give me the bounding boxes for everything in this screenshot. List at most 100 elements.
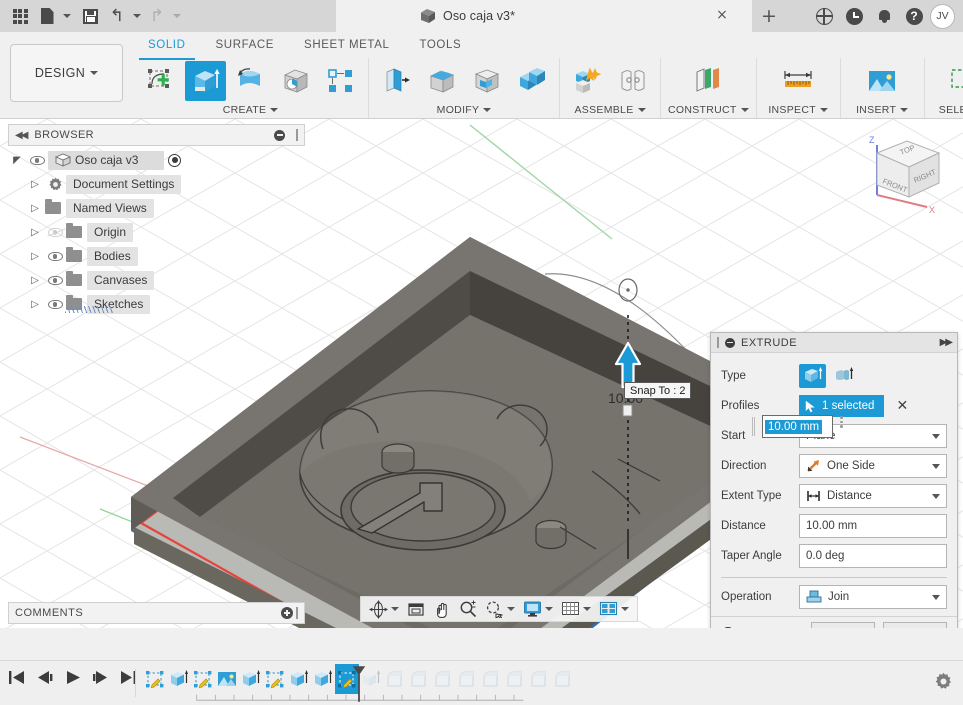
fillet-button[interactable] (421, 61, 462, 101)
timeline-feature-extrude[interactable] (239, 664, 263, 694)
new-component-button[interactable] (567, 61, 608, 101)
panel-create-label[interactable]: CREATE (223, 104, 279, 118)
tab-sheet-metal[interactable]: SHEET METAL (289, 39, 404, 58)
chevron-down-icon[interactable] (545, 607, 553, 611)
close-tab-button[interactable]: × (714, 8, 730, 24)
tree-item-named-views[interactable]: ▷ Named Views (8, 196, 305, 220)
app-menu-button[interactable] (6, 3, 34, 29)
revolve-button[interactable] (230, 61, 271, 101)
expand-arrow-icon[interactable]: ◤ (8, 155, 26, 166)
visibility-toggle[interactable] (26, 155, 48, 165)
combine-button[interactable] (511, 61, 552, 101)
undo-dropdown[interactable] (130, 3, 144, 29)
tree-item-bodies[interactable]: ▷ Bodies (8, 244, 305, 268)
grid-snaps-button[interactable] (558, 598, 594, 620)
clear-selection-icon[interactable]: ✕ (896, 398, 908, 414)
timeline-feature-pending[interactable] (431, 664, 455, 694)
viewport-3d[interactable]: 10.00 Snap To : 2 ◀◀ BROWSER ◤ (0, 119, 963, 628)
visibility-toggle[interactable] (44, 275, 66, 285)
redo-button[interactable]: ↱ (146, 3, 168, 29)
new-tab-button[interactable]: + (752, 0, 786, 32)
collapse-icon[interactable] (725, 337, 735, 348)
help-button[interactable]: ? (900, 2, 928, 30)
step-back-button[interactable] (36, 670, 53, 688)
panel-select-label[interactable]: SELECT (939, 104, 963, 118)
select-window-button[interactable] (946, 61, 963, 101)
tree-item-sketches[interactable]: ▷ Sketches (8, 292, 305, 316)
notifications-button[interactable] (870, 2, 898, 30)
timeline-feature-pending[interactable] (479, 664, 503, 694)
timeline-feature-pending[interactable] (407, 664, 431, 694)
data-panel-button[interactable] (810, 2, 838, 30)
extrude-button[interactable] (185, 61, 226, 101)
activate-component-radio[interactable] (168, 153, 182, 167)
panel-construct-label[interactable]: CONSTRUCT (668, 104, 749, 118)
comments-panel[interactable]: COMMENTS (8, 602, 305, 624)
timeline-feature-pending[interactable] (455, 664, 479, 694)
type-surface-button[interactable] (830, 364, 857, 388)
timeline-feature-pending[interactable] (527, 664, 551, 694)
timeline-feature-sketch[interactable] (191, 664, 215, 694)
expand-arrow-icon[interactable]: ▷ (26, 251, 44, 262)
panel-insert-label[interactable]: INSERT (856, 104, 909, 118)
drag-grip[interactable] (717, 337, 719, 348)
press-pull-button[interactable] (376, 61, 417, 101)
expand-arrow-icon[interactable]: ▷ (26, 179, 44, 190)
shell-button[interactable] (466, 61, 507, 101)
expand-arrow-icon[interactable]: ▷ (26, 275, 44, 286)
new-document-dropdown[interactable] (60, 3, 74, 29)
chevron-down-icon[interactable] (507, 607, 515, 611)
resize-grip[interactable] (296, 129, 298, 141)
timeline-feature-pending[interactable] (551, 664, 575, 694)
pan-button[interactable] (430, 598, 454, 620)
direction-dropdown[interactable]: One Side (799, 454, 947, 478)
view-cube[interactable]: Z X TOP FRONT RIGHT (857, 125, 955, 217)
tree-item-canvases[interactable]: ▷ Canvases (8, 268, 305, 292)
save-button[interactable] (76, 3, 104, 29)
job-status-button[interactable] (840, 2, 868, 30)
timeline-feature-extrude[interactable] (287, 664, 311, 694)
resize-grip[interactable] (296, 607, 298, 619)
offset-plane-button[interactable] (688, 61, 729, 101)
expand-arrow-icon[interactable]: ▷ (26, 203, 44, 214)
extent-type-dropdown[interactable]: Distance (799, 484, 947, 508)
visibility-toggle[interactable] (44, 251, 66, 261)
go-to-start-button[interactable] (8, 670, 25, 688)
panel-assemble-label[interactable]: ASSEMBLE (574, 104, 646, 118)
timeline-marker[interactable] (351, 664, 367, 704)
insert-canvas-button[interactable] (862, 61, 903, 101)
chevron-down-icon[interactable] (391, 607, 399, 611)
undo-button[interactable]: ↰ (106, 3, 128, 29)
pattern-button[interactable] (320, 61, 361, 101)
expand-arrow-icon[interactable]: ▷ (26, 227, 44, 238)
zoom-button[interactable] (456, 598, 480, 620)
timeline-feature-pending[interactable] (503, 664, 527, 694)
timeline-feature-canvas[interactable] (215, 664, 239, 694)
collapse-left-icon[interactable]: ◀◀ (15, 130, 28, 141)
orbit-button[interactable] (366, 598, 402, 621)
fit-button[interactable] (482, 598, 518, 620)
expand-right-icon[interactable]: ▶▶ (940, 337, 953, 348)
chevron-down-icon[interactable] (583, 607, 591, 611)
new-document-button[interactable] (36, 3, 58, 29)
inline-edit-grip[interactable] (752, 417, 755, 436)
panel-modify-label[interactable]: MODIFY (437, 104, 492, 118)
timeline-feature-sketch[interactable] (143, 664, 167, 694)
timeline-settings-button[interactable] (934, 672, 953, 694)
visibility-toggle[interactable] (44, 227, 66, 237)
play-button[interactable] (64, 670, 81, 688)
minimize-icon[interactable] (274, 129, 285, 141)
document-tab[interactable]: Oso caja v3* × (336, 0, 752, 32)
measure-button[interactable] (778, 61, 819, 101)
chevron-down-icon[interactable] (621, 607, 629, 611)
redo-dropdown[interactable] (170, 3, 184, 29)
joint-button[interactable] (612, 61, 653, 101)
look-at-button[interactable] (404, 598, 428, 620)
timeline-feature-pending[interactable] (383, 664, 407, 694)
operation-dropdown[interactable]: Join (799, 585, 947, 609)
tab-surface[interactable]: SURFACE (201, 39, 290, 58)
step-forward-button[interactable] (92, 670, 109, 688)
type-profile-button[interactable] (799, 364, 826, 388)
tab-tools[interactable]: TOOLS (404, 39, 476, 58)
extrude-dialog-header[interactable]: EXTRUDE ▶▶ (711, 333, 957, 353)
